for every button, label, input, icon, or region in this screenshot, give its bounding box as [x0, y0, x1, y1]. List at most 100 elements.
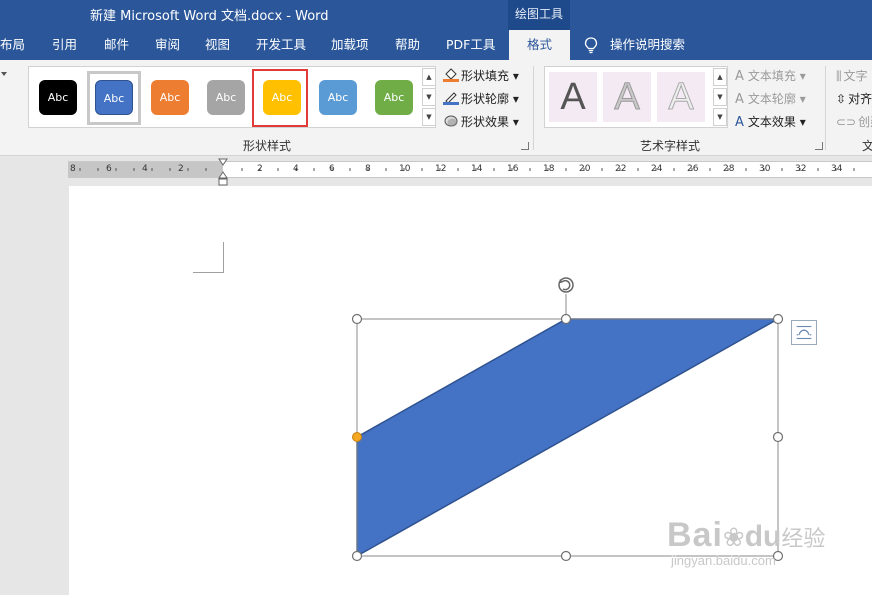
ruler-label: 2 — [178, 164, 184, 174]
chevron-down-icon[interactable] — [0, 70, 8, 78]
resize-handle[interactable] — [772, 313, 784, 325]
shape-styles-gallery: Abc Abc Abc Abc Abc Abc Abc — [28, 66, 436, 128]
align-text-button[interactable]: ⇳ 对齐 — [836, 90, 872, 107]
lightbulb-icon — [584, 37, 598, 54]
tab-pdf-tools[interactable]: PDF工具 — [446, 30, 495, 60]
resize-handle[interactable] — [772, 431, 784, 443]
text-fill-icon: A — [735, 69, 744, 84]
text-direction-button[interactable]: ⫼ 文字 — [836, 67, 868, 84]
gallery-scroll-up-icon[interactable]: ▲ — [422, 68, 436, 86]
tab-references[interactable]: 引用 — [52, 30, 77, 60]
ruler-ticks — [79, 168, 855, 171]
text-direction-icon: ⫼ — [836, 69, 842, 83]
shape-fill-button[interactable]: 形状填充 ▾ — [443, 67, 519, 84]
pen-outline-icon — [443, 92, 459, 105]
ribbon-tab-bar: 布局 引用 邮件 审阅 视图 开发工具 加载项 帮助 PDF工具 格式 操作说明… — [0, 30, 872, 60]
text-outline-button[interactable]: A 文本轮廓 ▾ — [735, 90, 806, 107]
shape-style-swatch[interactable]: Abc — [319, 80, 357, 115]
ruler-label: 14 — [471, 164, 483, 174]
ruler-label: 26 — [687, 164, 699, 174]
tab-mailings[interactable]: 邮件 — [104, 30, 129, 60]
shape-effects-icon — [444, 115, 458, 127]
tab-view[interactable]: 视图 — [205, 30, 230, 60]
wordart-dialog-launcher-icon[interactable] — [815, 142, 823, 150]
shape-style-swatch[interactable]: Abc — [95, 80, 133, 115]
document-page[interactable]: Bai❀du经验 jingyan.baidu.com — [69, 186, 872, 595]
title-bar: 新建 Microsoft Word 文档.docx - Word 绘图工具 — [0, 0, 872, 30]
gallery-more-icon[interactable]: ▼ — [422, 108, 436, 126]
tab-layout[interactable]: 布局 — [0, 30, 25, 60]
text-group-label: 文 — [862, 139, 872, 153]
ruler-label: 16 — [507, 164, 519, 174]
margin-corner-mark — [193, 242, 224, 273]
shape-styles-group-label: 形状样式 — [243, 139, 292, 153]
shape-style-swatch[interactable]: Abc — [151, 80, 189, 115]
shape-outline-button[interactable]: 形状轮廓 ▾ — [443, 90, 519, 107]
horizontal-ruler[interactable]: 8 6 4 2 2 4 6 8 10 12 14 16 18 20 22 24 … — [68, 161, 872, 178]
ruler-label: 4 — [142, 164, 148, 174]
text-effects-icon: A — [735, 115, 744, 130]
wordart-more-icon[interactable]: ▼ — [713, 108, 727, 126]
ruler-label: 20 — [579, 164, 591, 174]
adjustment-handle[interactable] — [352, 432, 362, 442]
rotate-handle-icon[interactable] — [558, 277, 574, 293]
shape-style-swatch[interactable]: Abc — [375, 80, 413, 115]
create-link-button[interactable]: ⊂⊃创建 — [836, 113, 872, 130]
ruler-label: 32 — [795, 164, 807, 174]
shape-effects-button[interactable]: 形状效果 ▾ — [443, 113, 519, 130]
ruler-label: 24 — [651, 164, 663, 174]
paw-icon: ❀ — [722, 522, 745, 552]
align-text-icon: ⇳ — [836, 92, 847, 106]
resize-handle[interactable] — [560, 313, 572, 325]
shape-styles-dialog-launcher-icon[interactable] — [521, 142, 529, 150]
wordart-sample[interactable]: A — [603, 72, 651, 122]
ruler-label: 18 — [543, 164, 555, 174]
ruler-label: 2 — [257, 164, 263, 174]
ruler-label: 30 — [759, 164, 771, 174]
wordart-styles-group-label: 艺术字样式 — [640, 139, 701, 153]
wordart-styles-gallery: A A A — [544, 66, 728, 128]
shape-style-swatch[interactable]: Abc — [39, 80, 77, 115]
ruler-label: 10 — [399, 164, 411, 174]
gallery-scroll-down-icon[interactable]: ▼ — [422, 88, 436, 106]
tab-addins[interactable]: 加载项 — [331, 30, 369, 60]
drawing-tools-context-label: 绘图工具 — [508, 0, 570, 30]
ruler-label: 8 — [365, 164, 371, 174]
layout-options-icon[interactable] — [791, 320, 817, 345]
ruler-label: 4 — [293, 164, 299, 174]
ruler-label: 6 — [106, 164, 112, 174]
tab-developer[interactable]: 开发工具 — [256, 30, 306, 60]
indent-marker-icon[interactable] — [218, 158, 228, 186]
resize-handle[interactable] — [351, 550, 363, 562]
document-title: 新建 Microsoft Word 文档.docx - Word — [90, 9, 329, 24]
text-fill-button[interactable]: A 文本填充 ▾ — [735, 67, 806, 84]
shape-style-swatch[interactable]: Abc — [207, 80, 245, 115]
shape-style-swatch-highlighted[interactable]: Abc — [263, 80, 301, 115]
wordart-sample[interactable]: A — [549, 72, 597, 122]
ruler-label: 28 — [723, 164, 735, 174]
group-divider — [825, 66, 826, 150]
baidu-watermark: Bai❀du经验 jingyan.baidu.com — [667, 516, 826, 568]
wordart-scroll-down-icon[interactable]: ▼ — [713, 88, 727, 106]
text-outline-icon: A — [735, 92, 744, 107]
text-effects-button[interactable]: A 文本效果 ▾ — [735, 113, 806, 130]
tab-review[interactable]: 审阅 — [155, 30, 180, 60]
ribbon: Abc Abc Abc Abc Abc Abc Abc ▲ ▼ ▼ 形状填充 ▾… — [0, 60, 872, 156]
document-canvas: Bai❀du经验 jingyan.baidu.com — [0, 186, 872, 595]
wordart-scroll-up-icon[interactable]: ▲ — [713, 68, 727, 86]
tell-me-search[interactable]: 操作说明搜索 — [610, 30, 685, 60]
ruler-area: 8 6 4 2 2 4 6 8 10 12 14 16 18 20 22 24 … — [0, 156, 872, 186]
ruler-label: 22 — [615, 164, 627, 174]
wordart-sample[interactable]: A — [657, 72, 705, 122]
ruler-label: 12 — [435, 164, 447, 174]
ruler-label: 8 — [70, 164, 76, 174]
group-divider — [533, 66, 534, 150]
ruler-label: 34 — [831, 164, 843, 174]
paint-bucket-icon — [443, 68, 459, 82]
ruler-label: 6 — [329, 164, 335, 174]
tab-format[interactable]: 格式 — [509, 30, 570, 60]
tab-help[interactable]: 帮助 — [395, 30, 420, 60]
resize-handle[interactable] — [560, 550, 572, 562]
link-icon: ⊂⊃ — [836, 115, 857, 129]
resize-handle[interactable] — [351, 313, 363, 325]
